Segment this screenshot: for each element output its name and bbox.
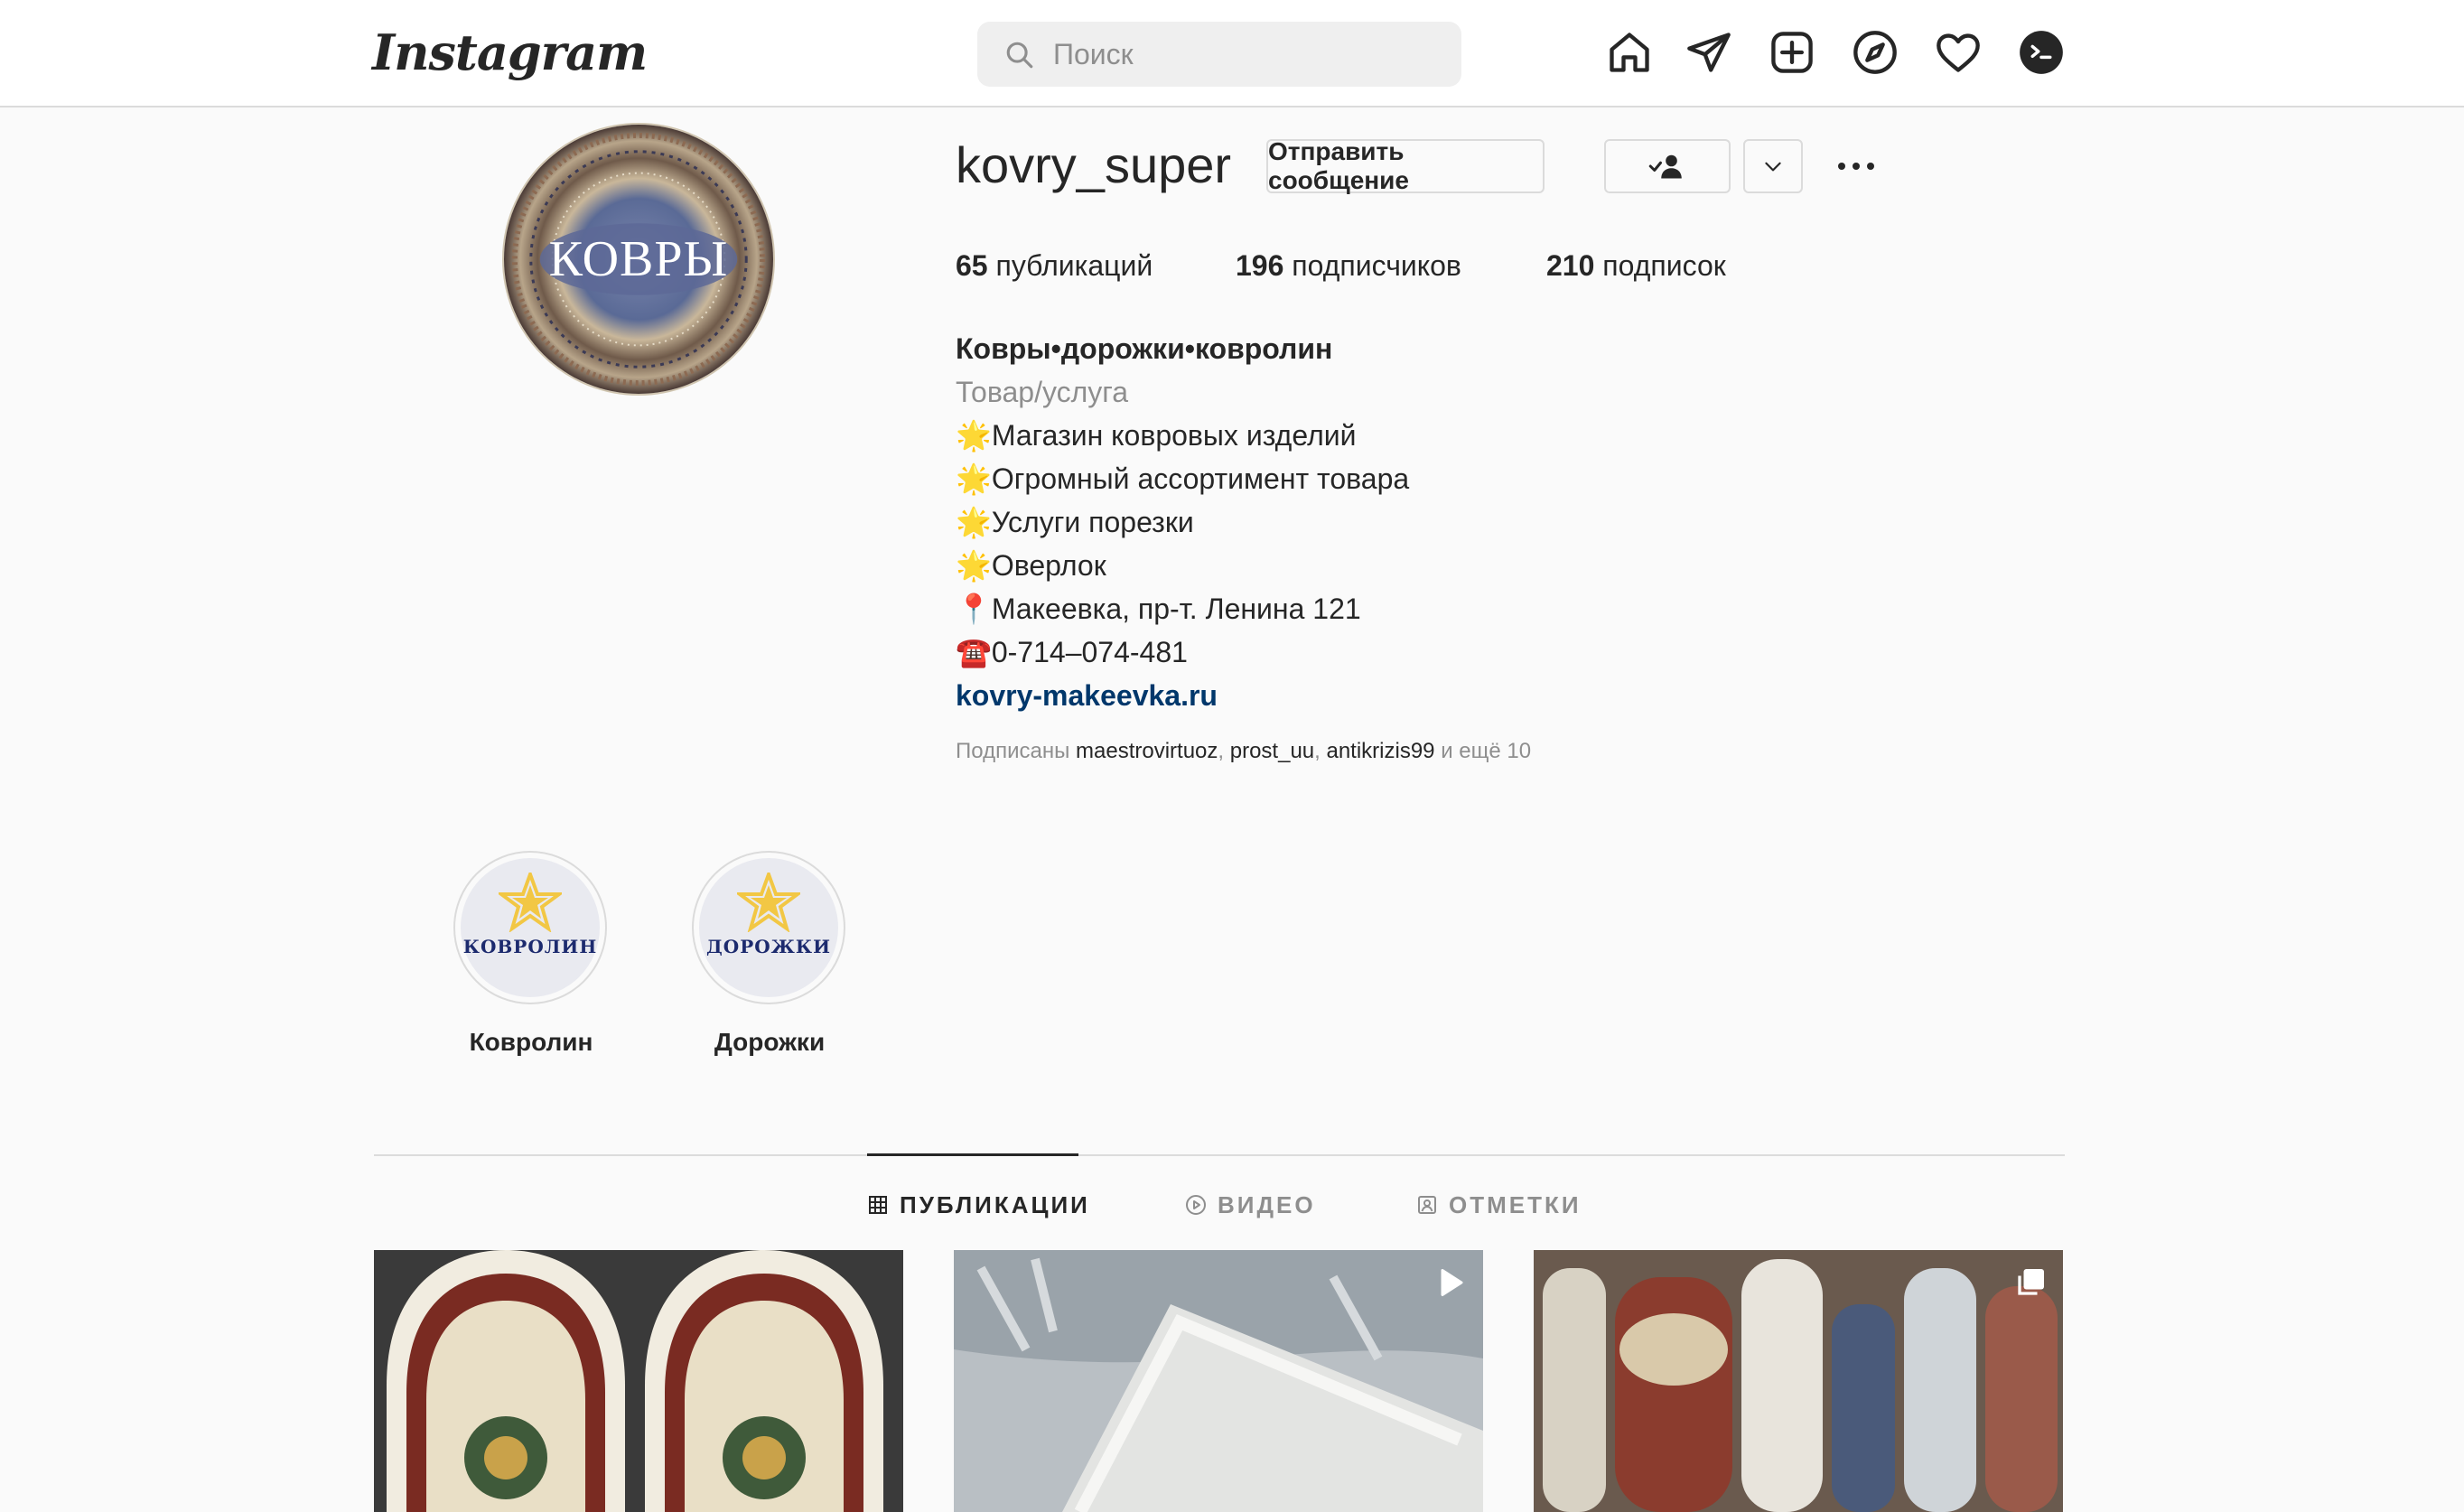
tabs-divider bbox=[374, 1154, 2065, 1156]
direct-icon[interactable] bbox=[1685, 29, 1732, 76]
bio-line: 🌟Магазин ковровых изделий bbox=[956, 419, 1357, 452]
search-icon bbox=[1006, 42, 1033, 69]
highlight-cover-text: ДОРОЖКИ bbox=[706, 936, 831, 957]
tab-label: ВИДЕО bbox=[1218, 1190, 1316, 1218]
active-tab-indicator bbox=[867, 1153, 1078, 1156]
home-icon[interactable] bbox=[1606, 29, 1653, 76]
instagram-logo[interactable]: Instagram bbox=[372, 23, 648, 81]
highlight-label: Дорожки bbox=[714, 1028, 826, 1056]
profile-full-name: Ковры•дорожки•ковролин bbox=[956, 332, 1333, 365]
highlight-ring: КОВРОЛИН bbox=[453, 851, 607, 1004]
avatar-text: КОВРЫ bbox=[548, 231, 729, 287]
person-check-icon bbox=[1648, 154, 1682, 179]
followed-by-account[interactable]: maestrovirtuoz bbox=[1076, 739, 1218, 763]
highlight-cover: КОВРОЛИН bbox=[461, 858, 600, 997]
star-icon bbox=[499, 873, 562, 932]
followed-by-account[interactable]: prost_uu bbox=[1230, 739, 1314, 763]
bio-line: 🌟Услуги порезки bbox=[956, 506, 1194, 538]
star-icon bbox=[737, 873, 800, 932]
suggested-accounts-button[interactable] bbox=[1743, 139, 1803, 193]
followed-by-suffix: и ещё 10 bbox=[1441, 739, 1532, 763]
bio-line: 🌟Оверлок bbox=[956, 549, 1106, 582]
tab-label: ОТМЕТКИ bbox=[1449, 1190, 1582, 1218]
bio-line: 🌟Огромный ассортимент товара bbox=[956, 462, 1410, 495]
story-highlight-dorozhki[interactable]: ДОРОЖКИ Дорожки bbox=[692, 851, 847, 1057]
send-message-button[interactable]: Отправить сообщение bbox=[1266, 137, 1545, 194]
followers-count-label: подписчиков bbox=[1292, 249, 1461, 282]
posts-count[interactable]: 65 публикаций bbox=[956, 249, 1153, 283]
chevron-down-icon bbox=[1765, 162, 1781, 172]
rug-roll-photo bbox=[954, 1250, 1483, 1512]
bio-line: ☎️0-714–074-481 bbox=[956, 636, 1188, 668]
following-count-number: 210 bbox=[1546, 249, 1595, 282]
followers-count[interactable]: 196 подписчиков bbox=[1236, 249, 1461, 283]
following-count-label: подписок bbox=[1602, 249, 1726, 282]
profile-avatar[interactable]: КОВРЫ bbox=[502, 123, 775, 396]
followed-by-account[interactable]: antikrizis99 bbox=[1326, 739, 1434, 763]
profile-website-link[interactable]: kovry-makeevka.ru bbox=[956, 679, 1218, 712]
story-highlight-kovrolin[interactable]: КОВРОЛИН Ковролин bbox=[453, 851, 609, 1057]
followed-by[interactable]: Подписаны maestrovirtuoz, prost_uu, anti… bbox=[956, 739, 1531, 764]
highlight-ring: ДОРОЖКИ bbox=[692, 851, 845, 1004]
followed-by-prefix: Подписаны bbox=[956, 739, 1070, 763]
search-input[interactable] bbox=[1053, 22, 1442, 87]
highlight-cover: ДОРОЖКИ bbox=[699, 858, 838, 997]
video-icon bbox=[1186, 1195, 1206, 1215]
post-thumbnail[interactable] bbox=[374, 1250, 903, 1512]
post-thumbnail[interactable] bbox=[954, 1250, 1483, 1512]
explore-icon[interactable] bbox=[1852, 29, 1899, 76]
following-count[interactable]: 210 подписок bbox=[1546, 249, 1726, 283]
highlight-cover-text: КОВРОЛИН bbox=[462, 936, 598, 957]
profile-category: Товар/услуга bbox=[956, 376, 1129, 408]
tab-tagged[interactable]: ОТМЕТКИ bbox=[1416, 1189, 1582, 1221]
activity-icon[interactable] bbox=[1935, 29, 1982, 76]
following-button[interactable] bbox=[1604, 139, 1731, 193]
tagged-icon bbox=[1418, 1196, 1436, 1214]
grid-icon bbox=[869, 1196, 887, 1214]
profile-avatar-icon[interactable] bbox=[2018, 29, 2065, 76]
carpet-photo bbox=[374, 1250, 903, 1512]
posts-count-label: публикаций bbox=[995, 249, 1153, 282]
profile-username: kovry_super bbox=[956, 136, 1232, 193]
video-play-icon bbox=[1441, 1269, 1463, 1296]
tab-label: ПУБЛИКАЦИИ bbox=[900, 1190, 1090, 1218]
more-dots-icon[interactable] bbox=[1834, 150, 1879, 182]
bio-line: 📍Макеевка, пр-т. Ленина 121 bbox=[956, 593, 1361, 625]
followers-count-number: 196 bbox=[1236, 249, 1284, 282]
post-thumbnail[interactable] bbox=[1534, 1250, 2063, 1512]
top-navigation-bar: Instagram bbox=[0, 0, 2464, 107]
profile-bio: Ковры•дорожки•ковролин Товар/услуга 🌟Маг… bbox=[956, 327, 1409, 717]
search-box[interactable] bbox=[977, 22, 1461, 87]
posts-count-number: 65 bbox=[956, 249, 988, 282]
tab-video[interactable]: ВИДЕО bbox=[1185, 1189, 1316, 1221]
new-post-icon[interactable] bbox=[1769, 29, 1815, 76]
carousel-icon bbox=[2018, 1269, 2044, 1295]
tab-posts[interactable]: ПУБЛИКАЦИИ bbox=[867, 1189, 1090, 1221]
rug-rolls-photo bbox=[1534, 1250, 2063, 1512]
highlight-label: Ковролин bbox=[469, 1028, 593, 1056]
